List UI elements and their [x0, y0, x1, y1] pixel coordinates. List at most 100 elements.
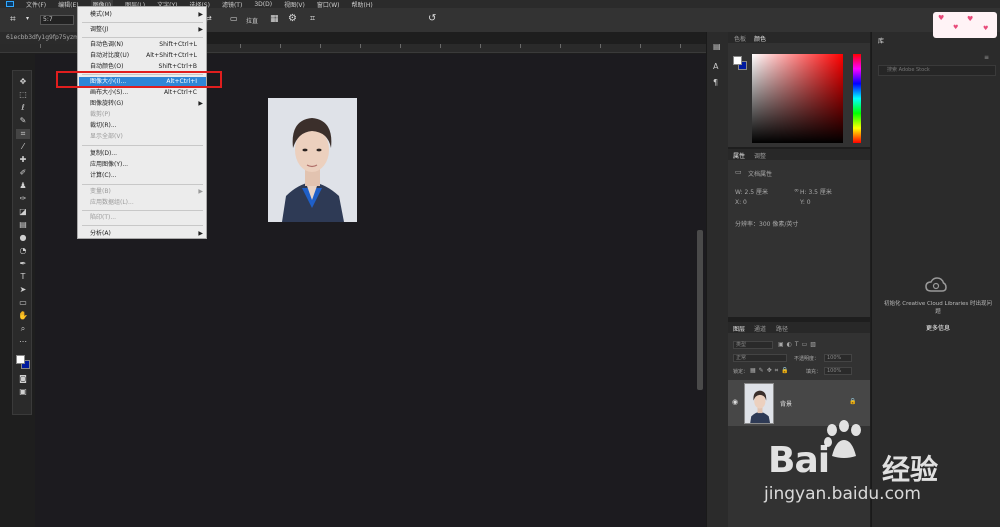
- type-tool-icon[interactable]: T: [16, 272, 30, 282]
- menu-item-analysis[interactable]: 分析(A) ▶: [79, 229, 206, 239]
- eye-icon[interactable]: ◉: [732, 398, 738, 406]
- lock-icons[interactable]: ▦✎✥⌗🔒: [750, 367, 792, 375]
- menu-item-adjustments[interactable]: 调整(J) ▶: [79, 25, 206, 35]
- menu-separator: [82, 22, 203, 23]
- dodge-tool-icon[interactable]: ◔: [16, 246, 30, 256]
- foreground-color-swatch[interactable]: [733, 56, 742, 65]
- more-tools-icon[interactable]: ⋯: [16, 337, 30, 347]
- ratio-field[interactable]: 5:7: [40, 15, 74, 25]
- tab-properties[interactable]: 属性: [733, 151, 745, 160]
- quick-mask-icon[interactable]: ◙: [16, 374, 30, 384]
- eyedropper-tool-icon[interactable]: ⁄: [16, 142, 30, 152]
- foreground-color-swatch[interactable]: [16, 355, 25, 364]
- reset-icon[interactable]: ↺: [428, 13, 436, 24]
- library-search-input[interactable]: 搜索 Adobe Stock: [878, 65, 996, 76]
- fill-field[interactable]: 100%: [824, 367, 852, 375]
- character-panel-icon[interactable]: A: [713, 62, 718, 71]
- photoshop-logo: [6, 1, 14, 7]
- layer-kind-filter[interactable]: 类型: [733, 341, 773, 349]
- path-select-tool-icon[interactable]: ➤: [16, 285, 30, 295]
- heart-icon: ♥: [983, 25, 989, 32]
- menu-item-auto-contrast[interactable]: 自动对比度(U) Alt+Shift+Ctrl+L: [79, 51, 206, 61]
- history-panel-icon[interactable]: ▤: [713, 42, 721, 51]
- content-aware-icon[interactable]: ⌗: [310, 14, 315, 24]
- blur-tool-icon[interactable]: ●: [16, 233, 30, 243]
- move-tool-icon[interactable]: ✥: [16, 77, 30, 87]
- marquee-tool-icon[interactable]: ⬚: [16, 90, 30, 100]
- menu-item-analysis-label: 分析(A): [90, 230, 111, 237]
- eraser-tool-icon[interactable]: ◪: [16, 207, 30, 217]
- gradient-tool-icon[interactable]: ▤: [16, 220, 30, 230]
- tab-color[interactable]: 颜色: [754, 34, 766, 43]
- tab-swatches[interactable]: 色板: [734, 34, 746, 43]
- width-value[interactable]: W: 2.5 厘米: [735, 187, 768, 196]
- gear-icon[interactable]: ⚙: [288, 13, 297, 24]
- crop-tool-icon[interactable]: ⌗: [16, 129, 30, 139]
- menu-item-variables-label: 变量(B): [90, 188, 111, 195]
- blend-mode-select[interactable]: 正常: [733, 354, 787, 362]
- opacity-field[interactable]: 100%: [824, 354, 852, 362]
- stamp-tool-icon[interactable]: ♟: [16, 181, 30, 191]
- watermark-brand: Bai: [768, 440, 830, 481]
- color-picker-field[interactable]: [752, 54, 843, 143]
- vertical-scrollbar[interactable]: [697, 230, 703, 390]
- layer-name[interactable]: 背景: [780, 399, 792, 408]
- lock-label: 锁定：: [733, 369, 749, 375]
- paragraph-panel-icon[interactable]: ¶: [713, 78, 718, 87]
- menu-item-auto-tone[interactable]: 自动色调(N) Shift+Ctrl+L: [79, 40, 206, 50]
- more-info-link[interactable]: 更多信息: [882, 323, 994, 332]
- grid-overlay-icon[interactable]: ▦: [270, 14, 279, 24]
- shortcut-text: Shift+Ctrl+L: [159, 41, 197, 48]
- history-brush-tool-icon[interactable]: ✑: [16, 194, 30, 204]
- menu-item-duplicate[interactable]: 复制(D)...: [79, 149, 206, 159]
- chevron-down-icon[interactable]: ▾: [26, 15, 29, 22]
- lasso-tool-icon[interactable]: ℓ: [16, 103, 30, 113]
- shape-tool-icon[interactable]: ▭: [16, 298, 30, 308]
- hue-slider[interactable]: [853, 54, 861, 143]
- shortcut-text: Alt+Ctrl+C: [163, 89, 197, 96]
- quick-select-tool-icon[interactable]: ✎: [16, 116, 30, 126]
- doc-props-label: 文档属性: [748, 171, 773, 178]
- menu-item-auto-tone-label: 自动色调(N): [90, 41, 124, 48]
- x-value[interactable]: X: 0: [735, 199, 747, 206]
- height-value[interactable]: H: 3.5 厘米: [800, 187, 832, 196]
- document-image[interactable]: [268, 98, 357, 222]
- pen-tool-icon[interactable]: ✒: [16, 259, 30, 269]
- screen-mode-icon[interactable]: ▣: [16, 387, 30, 397]
- menu-item-variables: 变量(B) ▶: [79, 187, 206, 197]
- crop-tool-icon[interactable]: ⌗: [10, 14, 16, 25]
- menu-item-mode[interactable]: 模式(M) ▶: [79, 10, 206, 20]
- menu-item-apply-image[interactable]: 应用图像(Y)...: [79, 160, 206, 170]
- menu-item-reveal-all: 显示全部(V): [79, 132, 206, 142]
- menu-item-canvas-size[interactable]: 画布大小(S)... Alt+Ctrl+C: [79, 88, 206, 98]
- healing-tool-icon[interactable]: ✚: [16, 155, 30, 165]
- menu-item-image-rotation[interactable]: 图像旋转(G) ▶: [79, 99, 206, 109]
- watermark-brand-suffix: 经验: [882, 453, 939, 486]
- menu-item-trap-label: 陷印(T)...: [90, 214, 117, 221]
- tab-layers[interactable]: 图层: [733, 324, 745, 333]
- straighten-label[interactable]: 拉直: [246, 16, 258, 25]
- menu-item-canvas-size-label: 画布大小(S)...: [90, 89, 129, 96]
- y-value[interactable]: Y: 0: [800, 199, 811, 206]
- menu-3d[interactable]: 3D(D): [254, 1, 272, 8]
- straighten-icon[interactable]: ▭: [230, 14, 238, 23]
- brush-tool-icon[interactable]: ✐: [16, 168, 30, 178]
- resolution-value: 分辨率：300 像素/英寸: [735, 221, 799, 228]
- zoom-tool-icon[interactable]: ⌕: [16, 324, 30, 334]
- tab-paths[interactable]: 路径: [776, 324, 788, 333]
- panel-menu-icon[interactable]: ≡: [984, 54, 989, 61]
- tab-channels[interactable]: 通道: [754, 324, 766, 333]
- blend-mode-value: 正常: [736, 355, 747, 361]
- submenu-arrow-icon: ▶: [198, 230, 203, 237]
- menu-item-trim-label: 裁切(R)...: [90, 122, 117, 129]
- hand-tool-icon[interactable]: ✋: [16, 311, 30, 321]
- menu-item-calculations[interactable]: 计算(C)...: [79, 171, 206, 181]
- tab-libraries[interactable]: 库: [878, 36, 884, 45]
- link-icon[interactable]: ∞: [794, 187, 799, 194]
- menu-item-trim[interactable]: 裁切(R)...: [79, 121, 206, 131]
- lock-icon[interactable]: 🔒: [849, 398, 856, 405]
- layer-filter-icons[interactable]: ▣◐T▭▧: [778, 341, 819, 348]
- tab-adjustments[interactable]: 调整: [754, 151, 766, 160]
- properties-panel: 属性 调整 ▭ 文档属性 W: 2.5 厘米 ∞ H: 3.5 厘米 X: 0 …: [728, 149, 870, 317]
- document-tab[interactable]: 61ecbb3dfy1g9fp75yzmk: [0, 32, 80, 44]
